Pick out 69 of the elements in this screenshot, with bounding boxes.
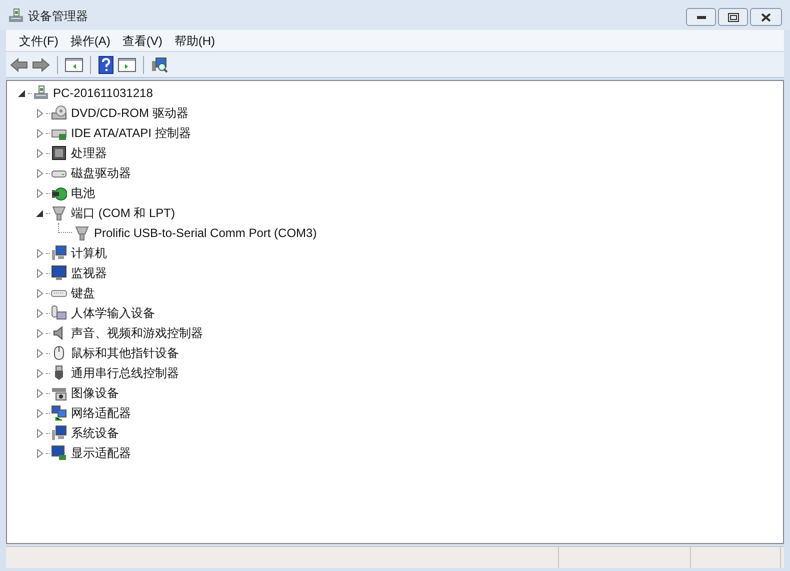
tree-item[interactable]: PC-201611031218 [53, 85, 153, 101]
scan-hardware-icon[interactable] [151, 56, 169, 72]
tree-item[interactable]: 监视器 [71, 265, 107, 281]
expand-arrow-icon[interactable] [36, 288, 44, 298]
battery-plug-icon [51, 185, 67, 201]
expand-arrow-icon[interactable] [36, 188, 44, 198]
chip-icon [51, 145, 67, 161]
restore-icon [728, 12, 738, 22]
expand-arrow-icon[interactable] [36, 428, 44, 438]
tree-item[interactable]: 磁盘驱动器 [71, 165, 131, 181]
display-adapter-icon [51, 445, 67, 461]
expand-arrow-icon[interactable] [36, 328, 44, 338]
expand-arrow-icon[interactable] [36, 448, 44, 458]
expand-arrow-icon[interactable] [36, 368, 44, 378]
tree-item[interactable]: 图像设备 [71, 385, 119, 401]
serial-port-icon [74, 225, 90, 241]
computer-icon [33, 85, 49, 101]
expand-arrow-icon[interactable] [36, 408, 44, 418]
tree-item[interactable]: 显示适配器 [71, 445, 131, 461]
disc-drive-icon [51, 105, 67, 121]
expand-arrow-icon[interactable] [36, 148, 44, 158]
help-icon[interactable] [98, 56, 114, 74]
forward-arrow-icon[interactable] [32, 56, 50, 72]
tree-item[interactable]: 键盘 [71, 285, 95, 301]
collapse-arrow-icon[interactable] [36, 208, 44, 218]
monitor-icon [51, 265, 67, 281]
tree-item[interactable]: 网络适配器 [71, 405, 131, 421]
app-icon [8, 8, 24, 24]
expand-arrow-icon[interactable] [36, 128, 44, 138]
minimize-button[interactable] [686, 8, 716, 26]
network-computers-icon [51, 405, 67, 421]
tree-item[interactable]: 计算机 [71, 245, 107, 261]
tree-item[interactable]: 通用串行总线控制器 [71, 365, 179, 381]
back-arrow-icon[interactable] [10, 56, 28, 72]
tree-item[interactable]: 处理器 [71, 145, 107, 161]
tree-item[interactable]: 鼠标和其他指针设备 [71, 345, 179, 361]
minimize-icon [696, 16, 706, 18]
close-button[interactable] [750, 8, 782, 26]
menu-item[interactable]: 查看(V) [117, 32, 168, 50]
expand-arrow-icon[interactable] [36, 248, 44, 258]
panel-icon[interactable] [65, 56, 83, 72]
window-title: 设备管理器 [28, 8, 88, 24]
panel-icon[interactable] [118, 56, 136, 72]
expand-arrow-icon[interactable] [36, 308, 44, 318]
tree-item[interactable]: 端口 (COM 和 LPT) [71, 205, 175, 221]
computer-monitor-icon [51, 245, 67, 261]
tree-item[interactable]: Prolific USB-to-Serial Comm Port (COM3) [94, 225, 317, 241]
tree-item[interactable]: IDE ATA/ATAPI 控制器 [71, 125, 191, 141]
expand-arrow-icon[interactable] [36, 168, 44, 178]
computer-monitor-icon [51, 425, 67, 441]
tree-item[interactable]: 电池 [71, 185, 95, 201]
collapse-arrow-icon[interactable] [18, 88, 26, 98]
tree-item[interactable]: 系统设备 [71, 425, 119, 441]
input-device-icon [51, 305, 67, 321]
mouse-icon [51, 345, 67, 361]
expand-arrow-icon[interactable] [36, 268, 44, 278]
expand-arrow-icon[interactable] [36, 348, 44, 358]
tree-item[interactable]: DVD/CD-ROM 驱动器 [71, 105, 188, 121]
close-icon [761, 12, 771, 22]
expand-arrow-icon[interactable] [36, 388, 44, 398]
tree-item[interactable]: 声音、视频和游戏控制器 [71, 325, 203, 341]
menu-item[interactable]: 操作(A) [65, 32, 116, 50]
menu-item[interactable]: 帮助(H) [169, 32, 220, 50]
tree-item[interactable]: 人体学输入设备 [71, 305, 155, 321]
menu-item[interactable]: 文件(F) [14, 32, 64, 50]
serial-port-icon [51, 205, 67, 221]
scanner-camera-icon [51, 385, 67, 401]
maximize-button[interactable] [718, 8, 748, 26]
expand-arrow-icon[interactable] [36, 108, 44, 118]
